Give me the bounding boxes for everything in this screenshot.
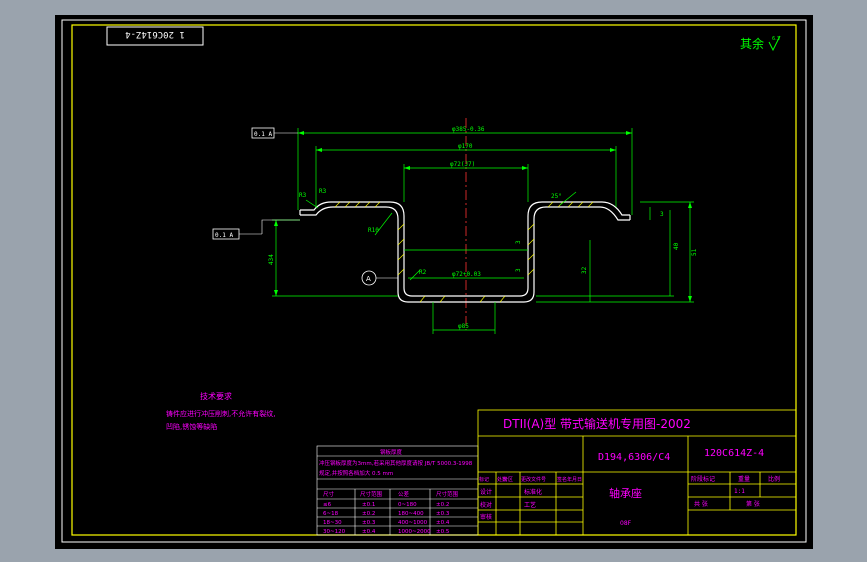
svg-text:第 张: 第 张 xyxy=(746,500,760,508)
svg-text:±0.2: ±0.2 xyxy=(436,502,449,508)
cad-drawing-canvas: 1 20C614Z-4 其余 6.3 φ385-0.36 φ170 φ72(J7… xyxy=(55,15,813,549)
svg-text:18~30: 18~30 xyxy=(323,520,342,526)
dim-angle: 25° xyxy=(551,193,562,200)
svg-text:尺寸: 尺寸 xyxy=(323,490,335,498)
dim-lower-height: 32 xyxy=(581,266,588,274)
svg-text:标记: 标记 xyxy=(479,476,489,483)
svg-text:0.1 A: 0.1 A xyxy=(254,131,272,138)
svg-text:设计: 设计 xyxy=(480,488,492,496)
svg-text:工艺: 工艺 xyxy=(524,501,536,509)
dim-top-width: φ385-0.36 xyxy=(452,126,485,133)
drawing-sheet xyxy=(55,15,813,549)
svg-text:±0.4: ±0.4 xyxy=(436,520,450,526)
svg-text:1000~2000: 1000~2000 xyxy=(398,529,431,535)
svg-text:比例: 比例 xyxy=(768,475,780,483)
svg-text:冲压钢板厚度为3mm,若采用其他厚度请按 JB/T 5000: 冲压钢板厚度为3mm,若采用其他厚度请按 JB/T 5000.3-1998 xyxy=(319,459,473,467)
dim-total-height: 51 xyxy=(691,248,698,256)
dim-r3: R3 xyxy=(299,192,307,199)
svg-text:签名: 签名 xyxy=(557,476,567,483)
svg-text:校对: 校对 xyxy=(480,501,492,509)
dim-bottom-hole: φ72+0.03 xyxy=(452,271,481,278)
svg-text:±0.5: ±0.5 xyxy=(436,529,450,535)
svg-text:±0.1: ±0.1 xyxy=(362,502,375,508)
dim-left-height: 434 xyxy=(268,254,275,265)
part-name: 轴承座 xyxy=(609,486,642,500)
dim-wall-a: 3 xyxy=(515,240,522,244)
dim-r10: R10 xyxy=(368,227,379,234)
dim-r2: R2 xyxy=(419,269,427,276)
svg-text:1:1: 1:1 xyxy=(734,488,745,495)
dim-flange-dia: φ170 xyxy=(458,143,473,150)
svg-text:共 张: 共 张 xyxy=(694,500,708,508)
drawing-number: 120C614Z-4 xyxy=(704,448,764,459)
svg-text:6~18: 6~18 xyxy=(323,511,339,517)
svg-text:规定,并按照各档加大 0.5 mm: 规定,并按照各档加大 0.5 mm xyxy=(319,469,393,477)
svg-text:钢板厚度: 钢板厚度 xyxy=(380,448,403,456)
svg-text:尺寸范围: 尺寸范围 xyxy=(436,490,459,498)
spec-code: D194,6306/C4 xyxy=(598,452,670,463)
svg-text:阶段标记: 阶段标记 xyxy=(691,475,715,483)
svg-text:0.1 A: 0.1 A xyxy=(215,232,233,239)
drawing-title: DTII(A)型 带式输送机专用图-2002 xyxy=(503,416,691,431)
svg-text:更改文件号: 更改文件号 xyxy=(521,476,546,483)
svg-text:审核: 审核 xyxy=(480,513,492,521)
svg-text:尺寸范围: 尺寸范围 xyxy=(360,490,383,498)
svg-text:±0.3: ±0.3 xyxy=(436,511,450,517)
roughness-note: 其余 xyxy=(740,36,764,51)
dim-wall-b: 3 xyxy=(515,268,522,272)
svg-text:180~400: 180~400 xyxy=(398,511,424,517)
svg-text:±0.3: ±0.3 xyxy=(362,520,376,526)
material: 08F xyxy=(620,520,632,527)
svg-text:400~1000: 400~1000 xyxy=(398,520,428,526)
tech-req-title: 技术要求 xyxy=(200,391,232,401)
dim-flange-thickness: 3 xyxy=(660,211,664,218)
svg-text:≤6: ≤6 xyxy=(323,502,332,508)
svg-text:30~120: 30~120 xyxy=(323,529,346,535)
svg-text:重量: 重量 xyxy=(738,475,750,483)
svg-text:A: A xyxy=(366,275,371,283)
dim-inner-dia: φ72(J7) xyxy=(450,161,475,168)
svg-text:年月日: 年月日 xyxy=(567,476,582,483)
svg-text:0~180: 0~180 xyxy=(398,502,417,508)
svg-text:±0.4: ±0.4 xyxy=(362,529,376,535)
svg-text:公差: 公差 xyxy=(398,490,410,498)
svg-text:6.3: 6.3 xyxy=(772,36,780,42)
svg-text:标准化: 标准化 xyxy=(524,488,542,496)
svg-text:±0.2: ±0.2 xyxy=(362,511,375,517)
dim-bottom-width: φ85 xyxy=(458,323,469,330)
tech-req-line1: 铸件应进行冲压削刺,不允许有裂纹, xyxy=(166,409,275,418)
dim-mid-height: 40 xyxy=(673,242,680,250)
dim-r3-b: R3 xyxy=(319,188,327,195)
tech-req-line2: 凹陷,锈蚀等缺陷 xyxy=(166,422,217,431)
svg-text:分区: 分区 xyxy=(503,476,513,483)
rotated-code-text: 1 20C614Z-4 xyxy=(125,29,185,39)
